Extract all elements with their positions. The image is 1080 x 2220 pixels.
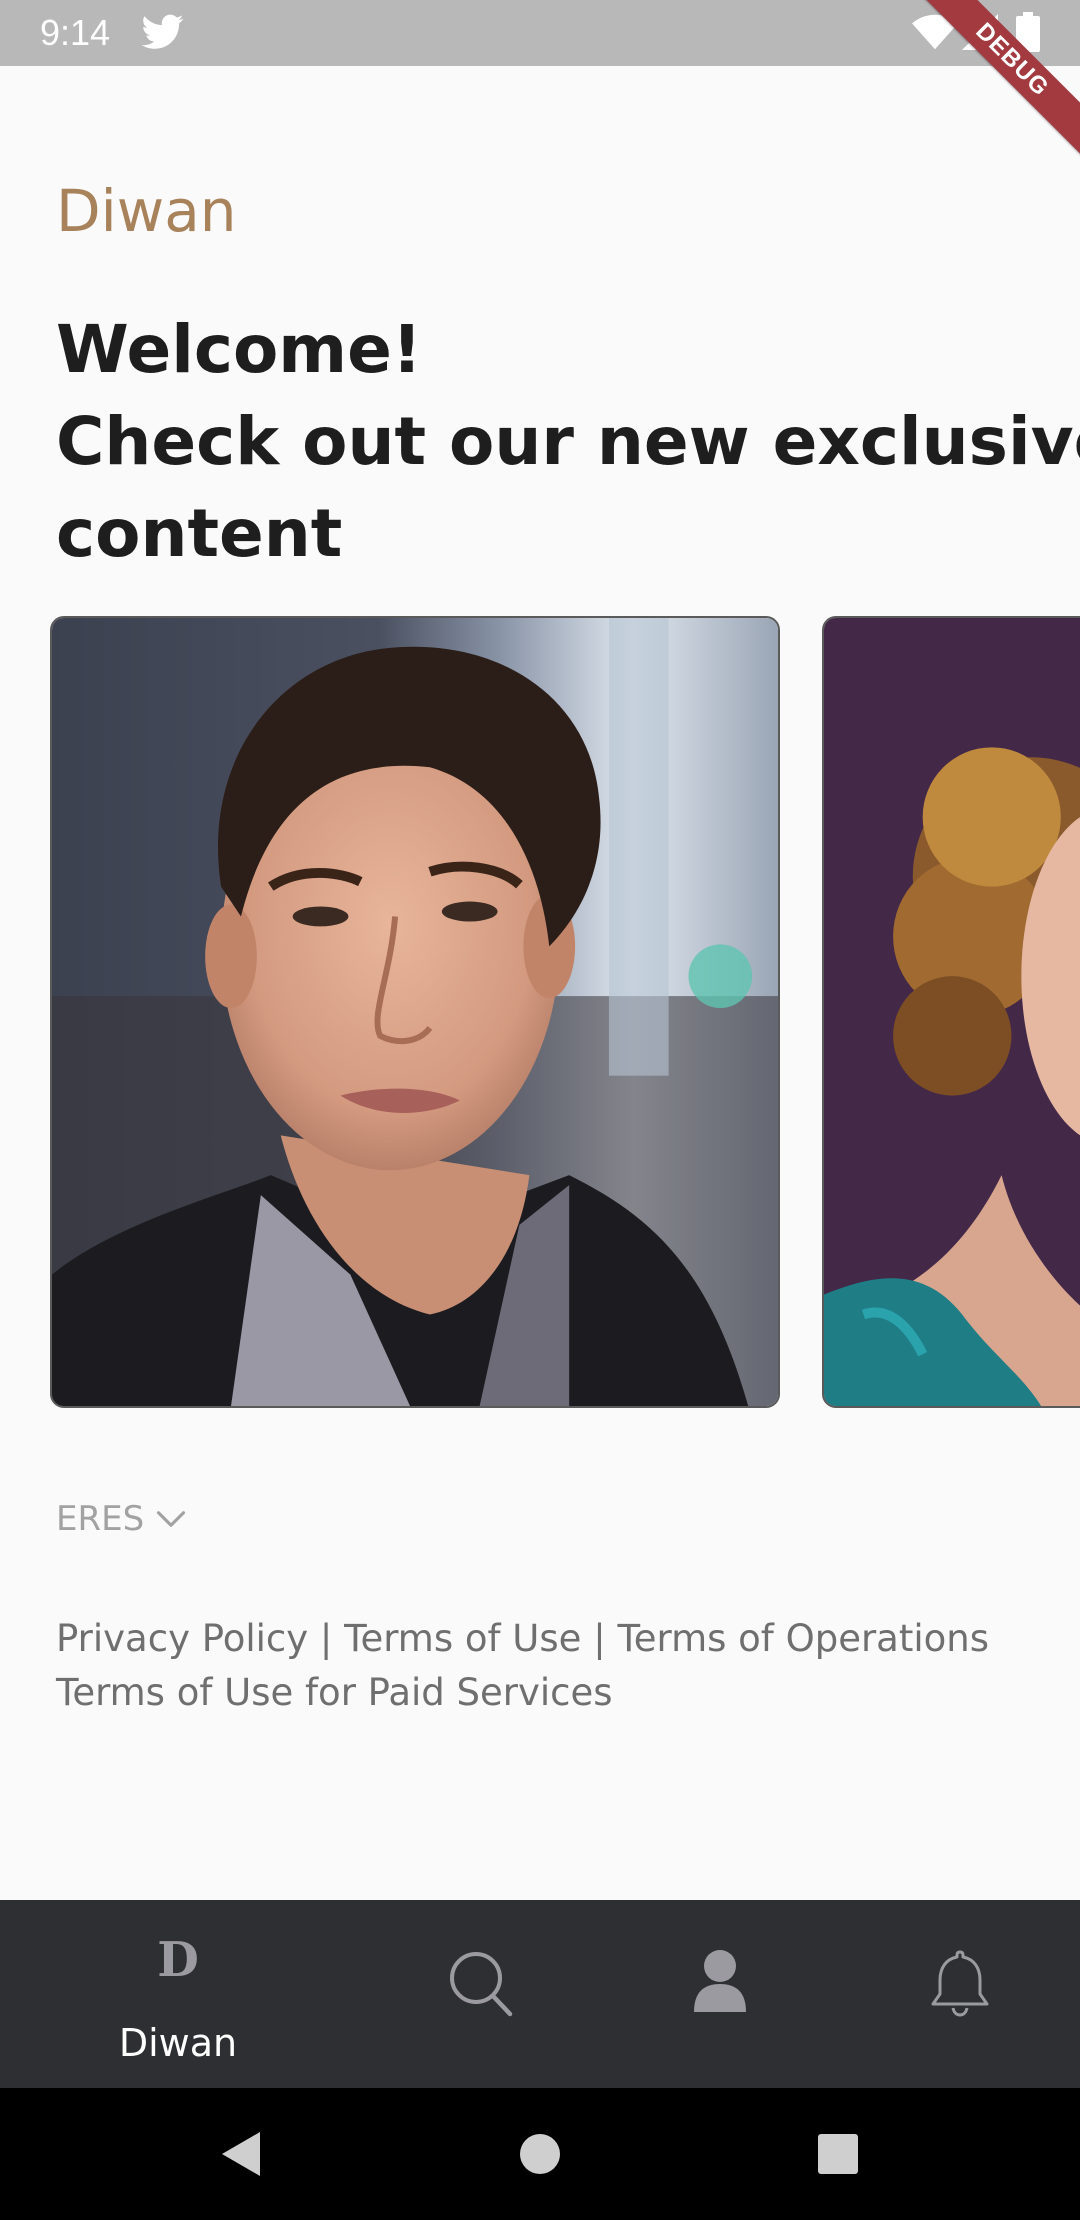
language-value: ERES: [56, 1499, 145, 1539]
nav-search[interactable]: [380, 1900, 580, 2088]
footer-links-row-1: Privacy Policy | Terms of Use | Terms of…: [56, 1612, 1036, 1666]
profile-icon: [694, 1950, 746, 2012]
footer-separator: |: [319, 1617, 345, 1660]
search-icon: [450, 1952, 513, 2017]
back-icon[interactable]: [214, 2128, 266, 2180]
system-navigation-bar: [0, 2088, 1080, 2220]
terms-paid-services-link[interactable]: Terms of Use for Paid Services: [56, 1671, 613, 1714]
bottom-navigation: D Diwan: [0, 1900, 1080, 2088]
footer-links-row-2: Terms of Use for Paid Services: [56, 1666, 1036, 1720]
nav-profile[interactable]: [620, 1900, 820, 2088]
headline-line-2: Check out our new exclusive: [56, 403, 1080, 480]
privacy-policy-link[interactable]: Privacy Policy: [56, 1617, 308, 1660]
brand-title: Diwan: [56, 177, 237, 245]
welcome-headline: Welcome! Check out our new exclusive con…: [56, 304, 1080, 580]
nav-notifications[interactable]: [860, 1900, 1060, 2088]
terms-of-use-link[interactable]: Terms of Use: [344, 1617, 581, 1660]
content-carousel[interactable]: [0, 616, 1080, 1410]
recents-icon[interactable]: [816, 2132, 860, 2176]
headline-line-3: content: [56, 495, 343, 572]
headline-line-1: Welcome!: [56, 311, 422, 388]
content-card-portrait-man[interactable]: [50, 616, 780, 1408]
footer-separator: |: [593, 1617, 618, 1660]
nav-home[interactable]: D Diwan: [78, 1900, 278, 2088]
status-bar: 9:14: [0, 0, 1080, 66]
content-card-portrait-woman[interactable]: [822, 616, 1080, 1408]
home-circle-icon[interactable]: [518, 2132, 562, 2176]
twitter-icon: [142, 14, 184, 49]
bell-icon: [931, 1950, 989, 2017]
app-screen: 9:14 DEBUG Diwan Welcome! Check out our …: [0, 0, 1080, 2220]
nav-home-label: Diwan: [118, 2021, 238, 2065]
portrait-woman-image: [824, 618, 1080, 1406]
status-time: 9:14: [40, 12, 111, 53]
terms-of-operations-link[interactable]: Terms of Operations: [617, 1617, 989, 1660]
chevron-down-icon: [157, 1511, 186, 1527]
language-selector[interactable]: ERES: [56, 1494, 186, 1544]
portrait-man-image: [52, 618, 778, 1406]
footer-links: Privacy Policy | Terms of Use | Terms of…: [56, 1612, 1036, 1720]
diwan-logo-icon: D: [157, 1932, 199, 1988]
